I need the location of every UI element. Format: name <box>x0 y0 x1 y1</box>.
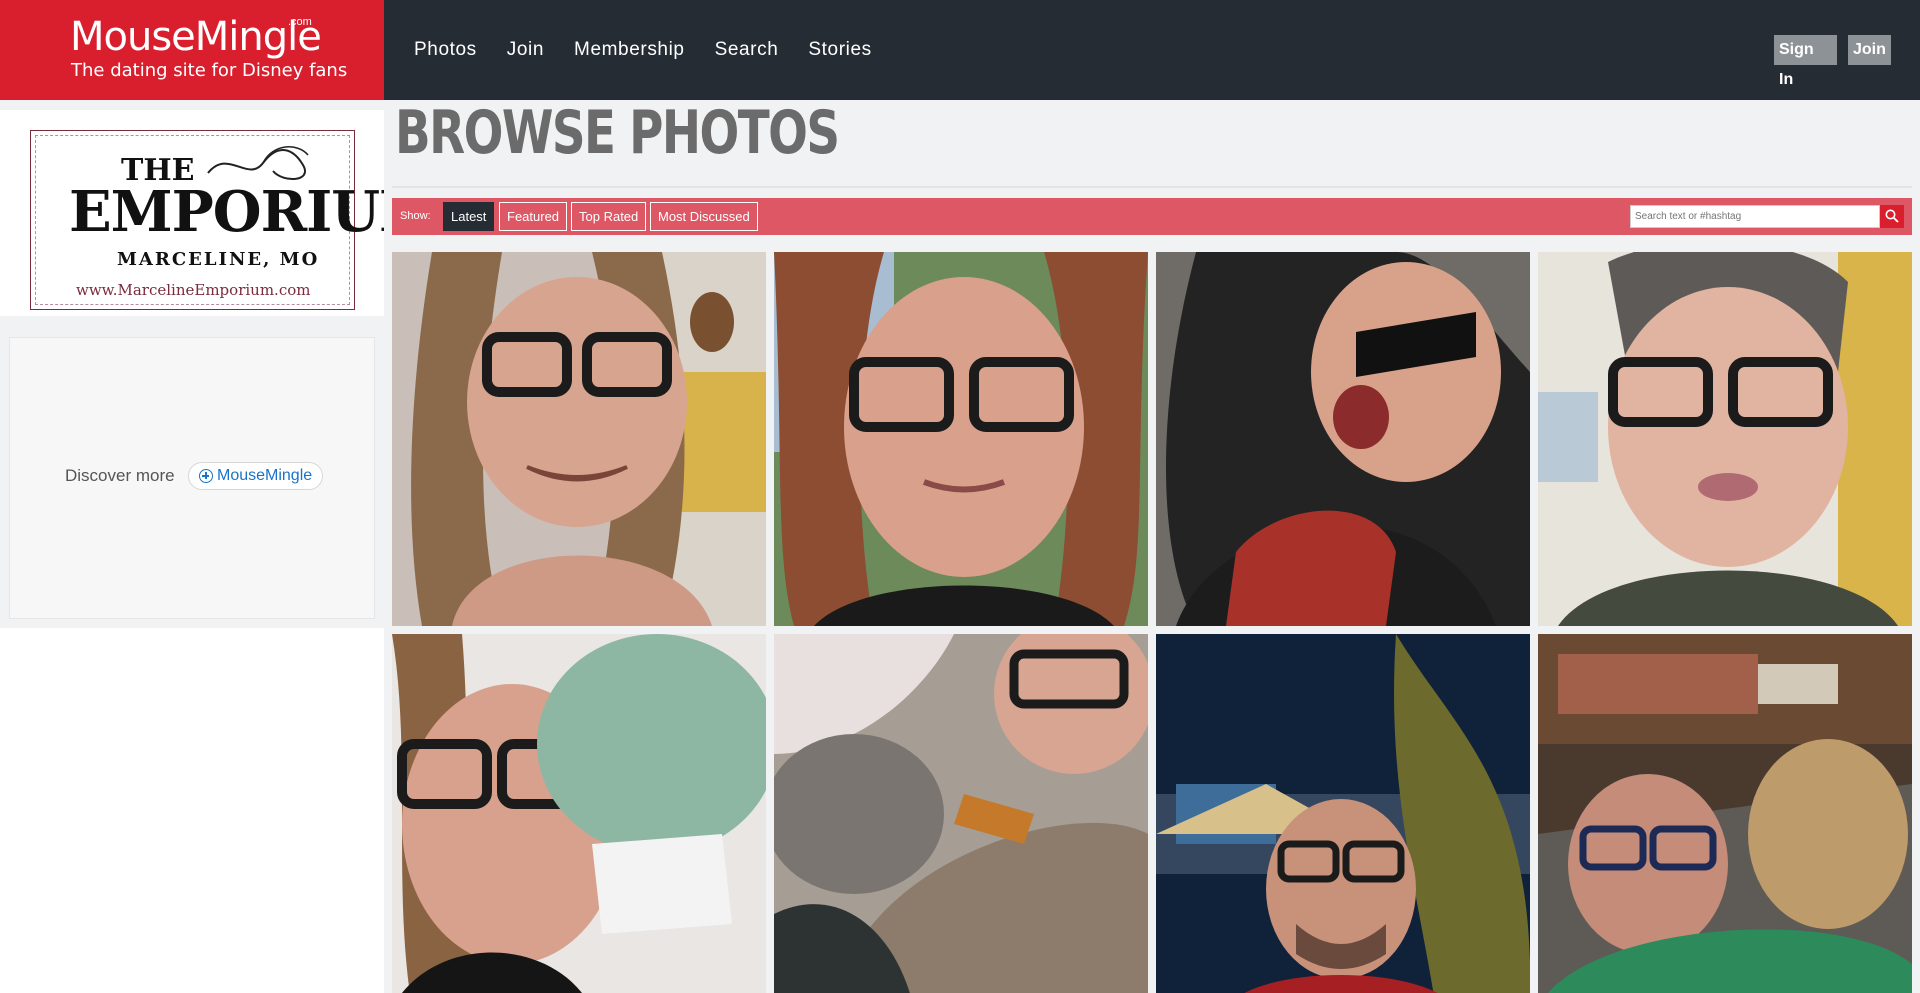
sign-in-button[interactable]: Sign In <box>1774 35 1837 88</box>
nav-join[interactable]: Join <box>507 39 544 61</box>
photo-search <box>1630 205 1904 228</box>
main-nav: Photos Join Membership Search Stories <box>384 0 872 100</box>
emporium-ad-banner[interactable]: THE EMPORIUM MARCELINE, MO www.Marceline… <box>30 130 441 310</box>
discover-label: Discover more <box>65 466 175 485</box>
photo-thumbnail[interactable] <box>392 634 766 993</box>
photo-thumbnail[interactable] <box>1538 634 1912 993</box>
photo-thumbnail[interactable] <box>392 252 766 626</box>
sidebar-ad: THE EMPORIUM MARCELINE, MO www.Marceline… <box>0 110 441 316</box>
discover-link[interactable]: MouseMingle <box>188 462 324 490</box>
show-label: Show: <box>400 210 431 222</box>
nav-search[interactable]: Search <box>715 39 779 61</box>
search-button[interactable] <box>1880 205 1904 228</box>
search-icon <box>1885 209 1899 223</box>
plus-circle-icon <box>199 469 213 483</box>
discover-more-box: Discover more MouseMingle <box>9 337 375 619</box>
nav-photos[interactable]: Photos <box>414 39 477 61</box>
sidebar: THE EMPORIUM MARCELINE, MO www.Marceline… <box>0 100 441 628</box>
nav-stories[interactable]: Stories <box>808 39 871 61</box>
search-input[interactable] <box>1630 205 1880 228</box>
page-title: BROWSE PHOTOS <box>395 98 840 168</box>
photo-thumbnail[interactable] <box>774 252 1148 626</box>
filter-bar: Show: Latest Featured Top Rated Most Dis… <box>392 198 1912 235</box>
logo-tagline: The dating site for Disney fans <box>71 60 348 81</box>
photo-thumbnail[interactable] <box>1538 252 1912 626</box>
filter-most-discussed-button[interactable]: Most Discussed <box>650 202 758 231</box>
filter-featured-button[interactable]: Featured <box>499 202 568 231</box>
photo-thumbnail[interactable] <box>774 634 1148 993</box>
logo-name: MouseMingle <box>70 14 322 60</box>
discover-link-label: MouseMingle <box>217 467 313 484</box>
ad-location: MARCELINE, MO <box>117 249 320 270</box>
site-logo[interactable]: MouseMingle .com The dating site for Dis… <box>0 0 384 100</box>
site-header: MouseMingle .com The dating site for Dis… <box>0 0 1920 100</box>
logo-com: .com <box>288 16 312 28</box>
ad-url: www.MarcelineEmporium.com <box>76 281 311 299</box>
nav-membership[interactable]: Membership <box>574 39 685 61</box>
photo-thumbnail[interactable] <box>1156 634 1530 993</box>
photo-thumbnail[interactable] <box>1156 252 1530 626</box>
join-button[interactable]: Join <box>1848 35 1891 65</box>
title-divider <box>392 186 1912 188</box>
filter-latest-button[interactable]: Latest <box>443 202 495 231</box>
filter-top-rated-button[interactable]: Top Rated <box>571 202 647 231</box>
